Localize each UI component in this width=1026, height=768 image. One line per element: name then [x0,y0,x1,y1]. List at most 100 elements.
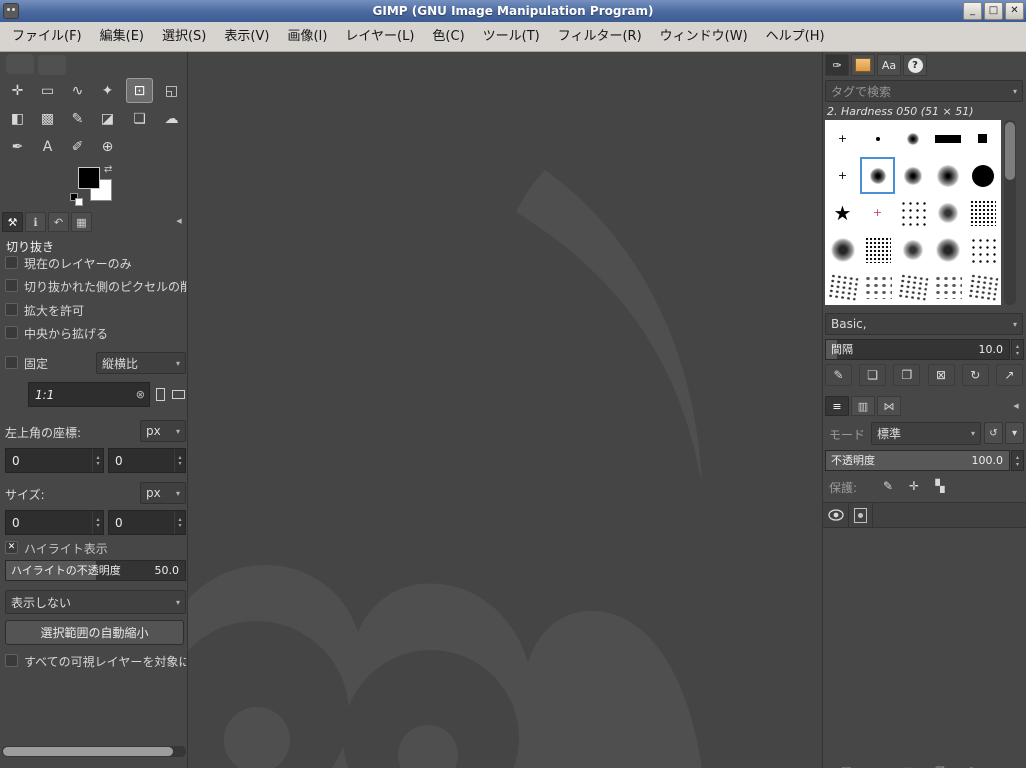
reset-tool-options-button[interactable]: ↺ [115,762,142,768]
free-select-tool-button[interactable]: ∿ [64,78,91,103]
menubar-item[interactable]: ウィンドウ(W) [651,22,757,51]
menubar-item[interactable]: ヘルプ(H) [757,22,834,51]
canvas-area[interactable] [188,52,822,768]
brush-item[interactable] [860,157,895,194]
paths-tab[interactable]: ⋈ [877,396,901,416]
expand-from-center-checkbox[interactable] [5,326,18,339]
delete-cropped-pixels-checkbox[interactable] [5,279,18,292]
new-brush-button[interactable]: ❏ [859,364,887,386]
brush-item[interactable]: ★ [825,194,860,231]
brush-item[interactable] [965,120,1000,157]
clone-tool-button[interactable]: ❏ [126,106,153,131]
brush-item[interactable] [930,194,965,231]
mode-menu-button[interactable]: ▾ [1005,422,1024,444]
tool-options-horizontal-scrollbar[interactable] [2,746,186,757]
layer-mode-dropdown[interactable]: 標準 ▾ [871,422,981,445]
raise-layer-button[interactable]: ▲ [864,760,891,768]
device-status-tab[interactable]: ℹ [25,212,46,232]
undo-history-tab[interactable]: ↶ [48,212,69,232]
menubar-item[interactable]: 編集(E) [91,22,153,51]
tag-filter-dropdown[interactable]: Basic, ▾ [825,313,1023,335]
spin-up-icon[interactable]: ▴ [1016,343,1019,350]
aspect-ratio-input[interactable]: 1:1 ⊗ [28,382,150,407]
spacing-spinner[interactable]: ▴ ▾ [1011,339,1024,360]
brush-item[interactable] [860,268,895,305]
brush-item[interactable] [930,157,965,194]
scrollbar-thumb[interactable] [1005,122,1015,180]
zoom-tool-button[interactable]: ⊕ [94,134,121,159]
smudge-tool-button[interactable]: ☁ [158,106,185,131]
spin-down-icon[interactable]: ▾ [178,460,181,467]
patterns-tab[interactable] [851,54,875,76]
brush-item[interactable] [895,157,930,194]
anchor-layer-button[interactable]: ⚓ [958,760,985,768]
current-layer-only-checkbox[interactable] [5,256,18,269]
titlebar[interactable]: GIMP (GNU Image Manipulation Program) _ … [0,0,1026,22]
brush-item[interactable] [895,194,930,231]
brush-item[interactable] [965,194,1000,231]
toolbox-dock-collapse-button[interactable]: ◀ [172,213,186,229]
brush-item[interactable] [930,231,965,268]
layer-thumbnail-cell[interactable] [849,503,873,527]
lower-layer-button[interactable]: ▼ [895,760,922,768]
spin-down-icon[interactable]: ▾ [1016,461,1019,468]
highlight-opacity-slider[interactable]: ハイライトの不透明度 50.0 [5,560,186,581]
restore-tool-preset-button[interactable]: ▲ [45,762,72,768]
paintbrush-tool-button[interactable]: ✎ [64,106,91,131]
brush-item[interactable]: + [860,194,895,231]
new-layer-button[interactable]: ❏ [833,760,860,768]
tag-search-input[interactable]: タグで検索 ▾ [825,80,1023,102]
position-x-input[interactable]: 0 ▴ ▾ [5,448,104,473]
landscape-orientation-button[interactable] [170,384,186,404]
brush-item[interactable] [930,120,965,157]
lock-position-button[interactable]: ✛ [903,476,925,496]
foreground-color-swatch[interactable] [78,167,100,189]
brush-item[interactable]: + [825,120,860,157]
spin-down-icon[interactable]: ▾ [96,522,99,529]
clear-icon[interactable]: ⊗ [136,388,149,401]
fixed-mode-dropdown[interactable]: 縦横比 ▾ [96,352,186,374]
spinner[interactable]: ▴ ▾ [92,511,103,534]
lock-pixels-button[interactable]: ✎ [877,476,899,496]
text-tool-button[interactable]: A [34,134,61,159]
transform-tool-button[interactable]: ◱ [158,78,185,103]
portrait-orientation-button[interactable] [152,384,168,404]
size-unit-dropdown[interactable]: px ▾ [140,482,186,504]
brush-item[interactable] [930,268,965,305]
tool-options-tab[interactable]: ⚒ [2,212,23,232]
brush-item[interactable] [860,120,895,157]
fixed-checkbox[interactable] [5,356,18,369]
menubar-item[interactable]: フィルター(R) [549,22,651,51]
editor-menu-button[interactable]: ▦ [150,762,177,768]
size-width-input[interactable]: 0 ▴ ▾ [5,510,104,535]
mode-switch-button[interactable]: ↺ [984,422,1003,444]
paths-tool-button[interactable]: ✒ [4,134,31,159]
brush-item[interactable] [895,231,930,268]
opacity-spinner[interactable]: ▴ ▾ [1011,450,1024,471]
position-unit-dropdown[interactable]: px ▾ [140,420,186,442]
delete-tool-preset-button[interactable]: ✖ [80,762,107,768]
layer-list-row[interactable] [823,502,1026,528]
menubar-item[interactable]: 表示(V) [215,22,278,51]
fonts-tab[interactable]: Aa [877,54,901,76]
brushes-tab[interactable]: ✑ [825,54,849,76]
brush-item[interactable] [965,231,1000,268]
eraser-tool-button[interactable]: ◪ [94,106,121,131]
open-brush-as-image-button[interactable]: ↗ [995,364,1023,386]
delete-brush-button[interactable]: ⊠ [927,364,955,386]
spin-down-icon[interactable]: ▾ [1016,350,1019,357]
delete-layer-button[interactable]: ⊠ [989,760,1016,768]
brush-item[interactable] [965,157,1000,194]
layer-opacity-slider[interactable]: 不透明度 100.0 [825,450,1010,471]
pointer-tab[interactable]: ▦ [71,212,92,232]
spin-up-icon[interactable]: ▴ [1016,454,1019,461]
position-y-input[interactable]: 0 ▴ ▾ [108,448,186,473]
brush-item[interactable] [965,268,1000,305]
move-tool-button[interactable]: ✛ [4,78,31,103]
brush-item[interactable] [895,120,930,157]
save-tool-preset-button[interactable]: ▼ [10,762,37,768]
duplicate-brush-button[interactable]: ❐ [893,364,921,386]
layers-tab[interactable]: ≡ [825,396,849,416]
auto-shrink-button[interactable]: 選択範囲の自動縮小 [5,620,184,645]
help-tab[interactable]: ? [903,54,927,76]
